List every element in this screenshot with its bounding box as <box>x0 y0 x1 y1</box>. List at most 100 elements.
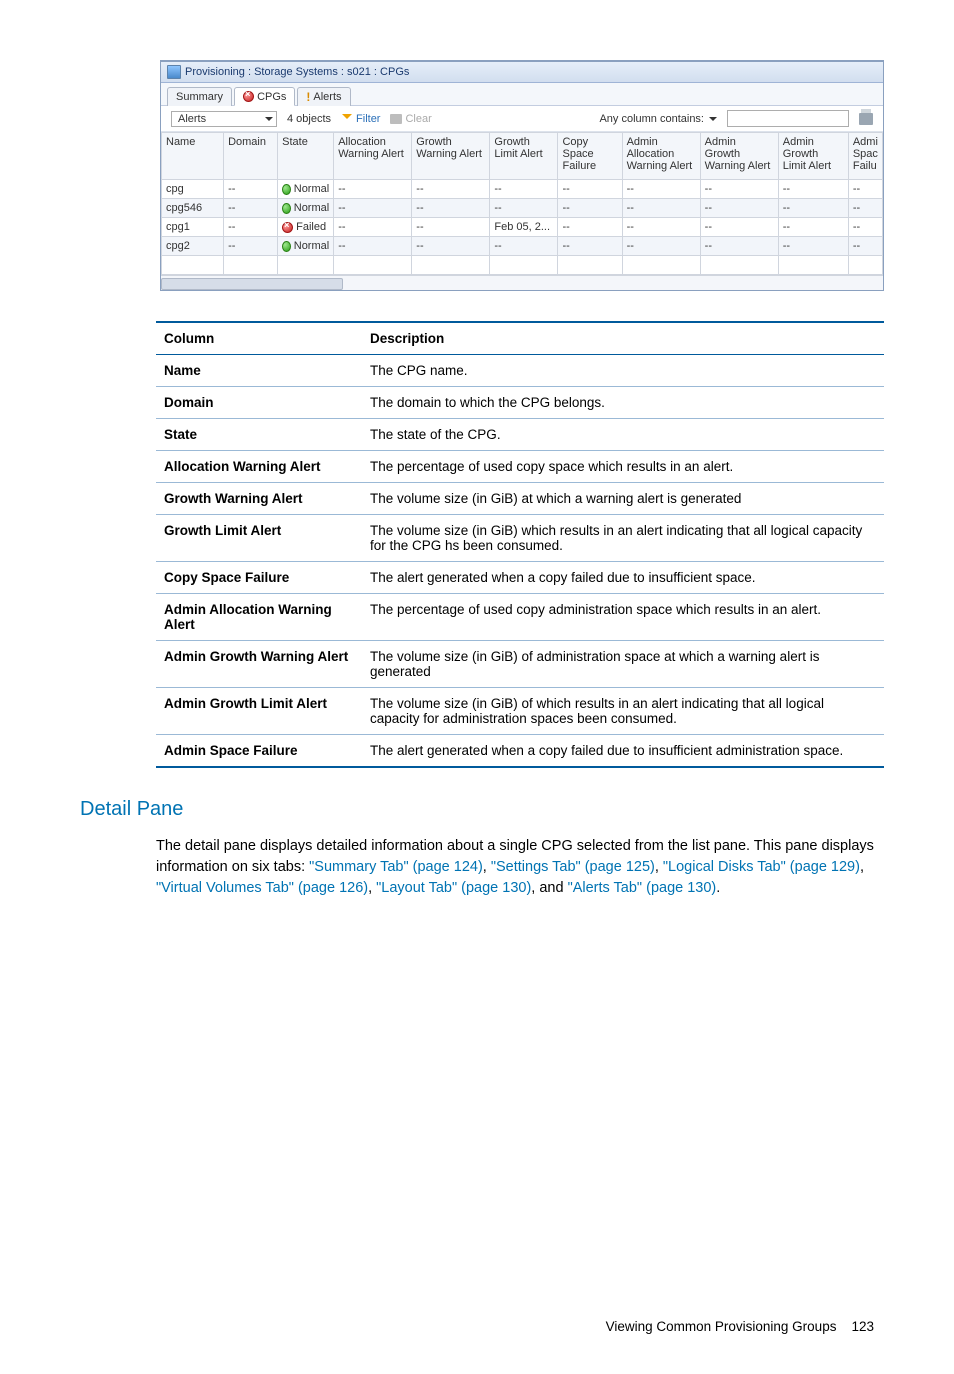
scroll-thumb[interactable] <box>161 278 343 290</box>
link-settings-tab[interactable]: "Settings Tab" (page 125) <box>491 859 655 875</box>
col-header[interactable]: Name <box>162 133 224 180</box>
link-summary-tab[interactable]: "Summary Tab" (page 124) <box>309 859 483 875</box>
table-cell: -- <box>700 218 778 237</box>
search-input[interactable] <box>727 110 849 127</box>
tab-label: CPGs <box>257 91 286 103</box>
table-cell: Normal <box>278 199 334 218</box>
col-header[interactable]: Copy Space Failure <box>558 133 622 180</box>
para-text: , and <box>531 880 567 896</box>
desc-col-name: Allocation Warning Alert <box>156 451 362 483</box>
table-row[interactable]: cpg2--Normal---------------- <box>162 237 883 256</box>
table-cell: -- <box>700 180 778 199</box>
filter-button[interactable]: Filter <box>341 113 380 125</box>
table-row[interactable]: cpg--Normal---------------- <box>162 180 883 199</box>
print-icon[interactable] <box>859 113 873 125</box>
desc-col-text: The state of the CPG. <box>362 419 884 451</box>
table-row[interactable]: cpg1--Failed----Feb 05, 2...---------- <box>162 218 883 237</box>
desc-col-text: The percentage of used copy administrati… <box>362 594 884 641</box>
desc-col-text: The CPG name. <box>362 355 884 387</box>
table-cell: -- <box>558 199 622 218</box>
para-text: , <box>368 880 376 896</box>
table-cell: cpg1 <box>162 218 224 237</box>
table-cell: -- <box>334 180 412 199</box>
status-ok-icon <box>282 241 291 252</box>
col-header[interactable]: State <box>278 133 334 180</box>
app-icon <box>167 65 181 79</box>
desc-col-name: Growth Warning Alert <box>156 483 362 515</box>
desc-col-name: Growth Limit Alert <box>156 515 362 562</box>
table-cell <box>622 256 700 275</box>
link-layout-tab[interactable]: "Layout Tab" (page 130) <box>376 880 531 896</box>
table-cell <box>490 256 558 275</box>
table-cell: -- <box>622 218 700 237</box>
para-text: , <box>483 859 491 875</box>
desc-row: Growth Limit AlertThe volume size (in Gi… <box>156 515 884 562</box>
table-cell: -- <box>700 237 778 256</box>
desc-col-name: State <box>156 419 362 451</box>
table-cell: -- <box>848 218 882 237</box>
table-cell: cpg546 <box>162 199 224 218</box>
chevron-down-icon[interactable] <box>709 117 717 121</box>
filter-label: Filter <box>356 113 380 125</box>
col-header[interactable]: Growth Warning Alert <box>412 133 490 180</box>
link-alerts-tab[interactable]: "Alerts Tab" (page 130) <box>568 880 717 896</box>
desc-row: NameThe CPG name. <box>156 355 884 387</box>
table-cell: -- <box>778 237 848 256</box>
horizontal-scrollbar[interactable] <box>161 275 883 290</box>
table-row-empty <box>162 256 883 275</box>
desc-col-text: The volume size (in GiB) at which a warn… <box>362 483 884 515</box>
state-text: Normal <box>294 202 329 214</box>
table-cell <box>224 256 278 275</box>
table-cell <box>334 256 412 275</box>
col-header[interactable]: Admi Spac Failu <box>848 133 882 180</box>
desc-col-name: Admin Growth Warning Alert <box>156 641 362 688</box>
tab-cpgs[interactable]: CPGs <box>234 87 295 106</box>
link-virtual-volumes-tab[interactable]: "Virtual Volumes Tab" (page 126) <box>156 880 368 896</box>
table-cell: Normal <box>278 180 334 199</box>
table-cell: -- <box>490 237 558 256</box>
col-header[interactable]: Admin Allocation Warning Alert <box>622 133 700 180</box>
tab-alerts[interactable]: ! Alerts <box>297 87 350 106</box>
table-cell: -- <box>778 199 848 218</box>
col-header[interactable]: Admin Growth Warning Alert <box>700 133 778 180</box>
col-header[interactable]: Allocation Warning Alert <box>334 133 412 180</box>
desc-row: StateThe state of the CPG. <box>156 419 884 451</box>
tab-summary[interactable]: Summary <box>167 87 232 106</box>
section-heading: Detail Pane <box>80 798 884 821</box>
col-header[interactable]: Growth Limit Alert <box>490 133 558 180</box>
clear-icon <box>390 114 402 124</box>
desc-col-name: Admin Allocation Warning Alert <box>156 594 362 641</box>
table-cell: -- <box>848 237 882 256</box>
chevron-down-icon <box>265 117 273 121</box>
object-count: 4 objects <box>287 113 331 125</box>
view-dropdown[interactable]: Alerts <box>171 111 277 127</box>
dropdown-value: Alerts <box>178 113 206 125</box>
desc-col-name: Admin Growth Limit Alert <box>156 688 362 735</box>
col-header[interactable]: Domain <box>224 133 278 180</box>
table-cell: -- <box>224 218 278 237</box>
status-ok-icon <box>282 184 291 195</box>
para-text: . <box>716 880 720 896</box>
table-cell: Failed <box>278 218 334 237</box>
clear-label: Clear <box>405 113 431 125</box>
table-row[interactable]: cpg546--Normal---------------- <box>162 199 883 218</box>
link-logical-disks-tab[interactable]: "Logical Disks Tab" (page 129) <box>663 859 860 875</box>
table-cell: -- <box>490 180 558 199</box>
page-footer: Viewing Common Provisioning Groups 123 <box>80 1319 884 1334</box>
desc-row: DomainThe domain to which the CPG belong… <box>156 387 884 419</box>
table-cell: -- <box>778 218 848 237</box>
table-cell: -- <box>622 237 700 256</box>
desc-row: Admin Growth Limit AlertThe volume size … <box>156 688 884 735</box>
table-cell: -- <box>700 199 778 218</box>
status-fail-icon <box>282 222 293 233</box>
table-cell: -- <box>224 180 278 199</box>
col-header[interactable]: Admin Growth Limit Alert <box>778 133 848 180</box>
table-cell: -- <box>334 218 412 237</box>
table-header-row: Name Domain State Allocation Warning Ale… <box>162 133 883 180</box>
desc-col-text: The volume size (in GiB) which results i… <box>362 515 884 562</box>
table-cell: -- <box>490 199 558 218</box>
para-text: , <box>860 859 864 875</box>
desc-row: Admin Growth Warning AlertThe volume siz… <box>156 641 884 688</box>
table-cell: -- <box>848 180 882 199</box>
clear-button[interactable]: Clear <box>390 113 431 125</box>
